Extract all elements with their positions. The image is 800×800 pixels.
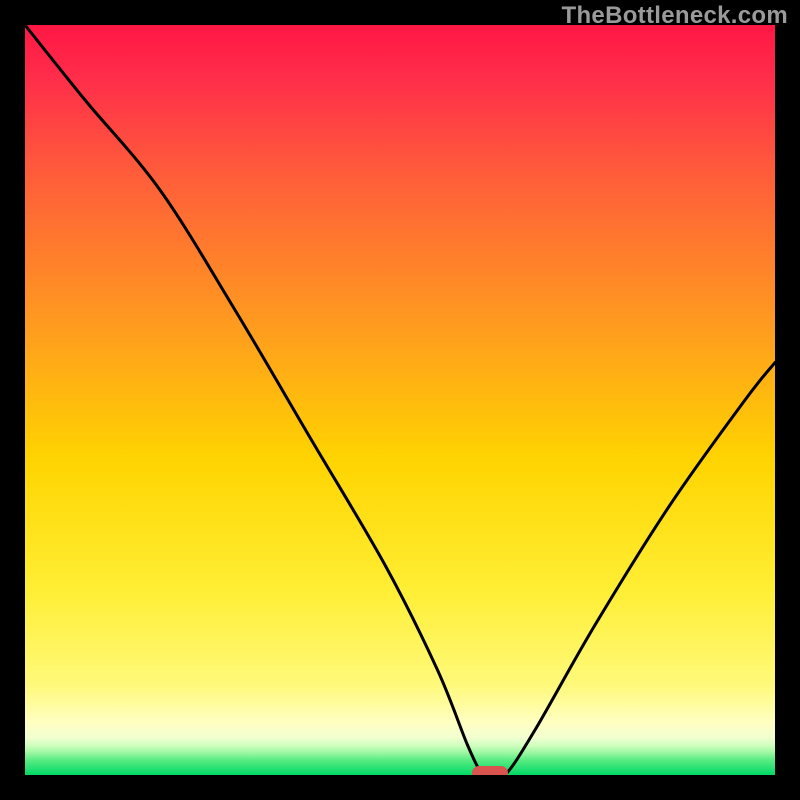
optimal-marker [472,766,508,775]
plot-area [25,25,775,775]
chart-frame: TheBottleneck.com [0,0,800,800]
chart-svg [25,25,775,775]
gradient-background [25,25,775,775]
